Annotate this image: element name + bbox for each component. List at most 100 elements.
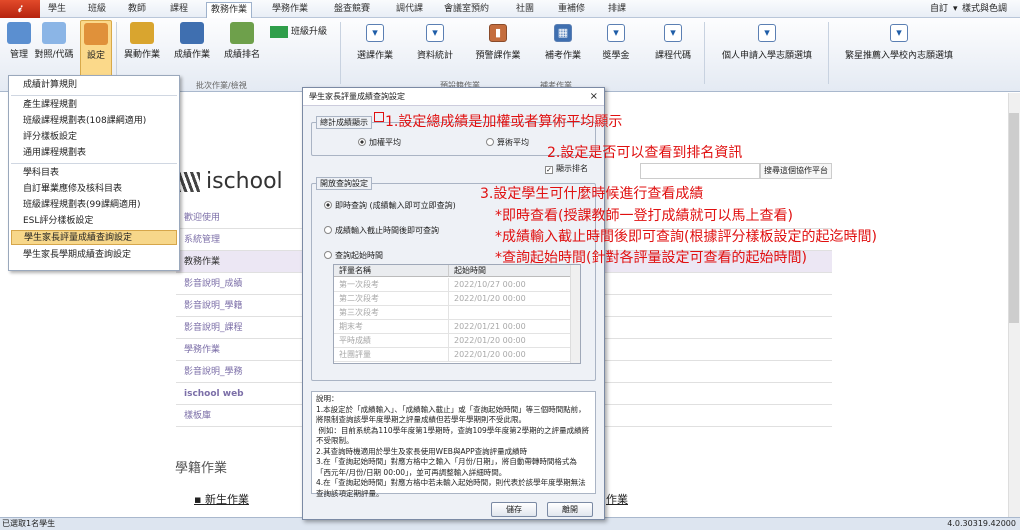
mapping-code-button[interactable]: 對照/代碼	[30, 20, 78, 80]
grid-cell-time[interactable]: 2022/01/20 00:00	[449, 334, 571, 348]
checkbox-label: 顯示排名	[556, 164, 588, 173]
tab-substitute[interactable]: 調代課	[392, 2, 427, 18]
status-selection: 已選取1名學生	[2, 519, 56, 528]
save-button[interactable]: 儲存	[491, 502, 537, 517]
tab-class[interactable]: 班級	[84, 2, 110, 18]
star-recommend-label: 繁星推薦入學校內志願選填	[844, 51, 953, 61]
ribbon-group-label: 批次作業/檢視	[196, 81, 247, 90]
status-version: 4.0.30319.42000	[947, 519, 1016, 528]
tab-student-affairs[interactable]: 學務作業	[268, 2, 312, 18]
annotation-2: 2.設定是否可以查看到排名資訊	[547, 145, 743, 161]
menu-item-exam-score-query[interactable]: 學生家長評量成績查詢設定	[11, 230, 177, 245]
tab-student[interactable]: 學生	[44, 2, 70, 18]
cancel-button[interactable]: 離開	[547, 502, 593, 517]
expand-icon: ▾	[607, 24, 625, 42]
column-header-exam: 評量名稱	[334, 265, 449, 277]
menu-item-generate-plan[interactable]: 產生課程規劃	[11, 98, 177, 113]
rank-label: 成績排名	[223, 50, 260, 60]
radio-label: 加權平均	[369, 138, 401, 147]
expand-icon: ▾	[758, 24, 776, 42]
grid-cell-exam: 平時成績	[334, 334, 449, 348]
menu-item-subject-table[interactable]: 學科目表	[11, 166, 177, 181]
manage-icon	[7, 22, 31, 44]
menu-item-graduation-subjects[interactable]: 自訂畢業應修及核科目表	[11, 182, 177, 197]
course-code-button[interactable]: ▾ 課程代碼	[648, 24, 698, 78]
ribbon-tab-bar: 𝒾 學生 班級 教師 課程 教務作業 學務作業 盤查競賽 調代課 會議室預約 社…	[0, 0, 1020, 19]
search-input[interactable]	[640, 163, 760, 179]
annotation-4: *即時查看(授課教師一登打成績就可以馬上查看)	[495, 208, 793, 224]
data-stats-label: 資料統計	[416, 51, 453, 61]
bullet-label: 新生作業	[204, 493, 249, 506]
radio-icon	[324, 251, 332, 259]
tab-scheduling[interactable]: 排課	[604, 2, 630, 18]
bullet-link[interactable]: ▪ 新生作業	[194, 491, 249, 507]
score-icon	[180, 22, 204, 44]
menu-item-score-rule[interactable]: 成績計算規則	[11, 78, 177, 93]
tab-club[interactable]: 社團	[512, 2, 538, 18]
star-recommend-button[interactable]: ▾ 繁星推薦入學校內志願選填	[836, 24, 962, 78]
right-link[interactable]: 作業	[606, 491, 628, 507]
radio-realtime-query[interactable]: 即時查詢 (成績輸入即可立即查詢)	[324, 201, 456, 211]
radio-icon	[486, 138, 494, 146]
menu-item-esl-template[interactable]: ESL評分樣板設定	[11, 214, 177, 229]
score-work-button[interactable]: 成績作業	[168, 20, 216, 80]
page-scrollbar[interactable]	[1008, 93, 1020, 517]
menu-item-grading-template[interactable]: 評分樣板設定	[11, 130, 177, 145]
app-menu-button[interactable]: 𝒾	[0, 0, 40, 18]
tab-competition[interactable]: 盤查競賽	[330, 2, 374, 18]
course-select-button[interactable]: ▾ 選課作業	[350, 24, 400, 78]
tab-makeup[interactable]: 重補修	[554, 2, 589, 18]
radio-arithmetic-average[interactable]: 算術平均	[486, 138, 529, 148]
custom-menu[interactable]: 自訂	[930, 2, 948, 16]
logo-icon	[178, 172, 200, 192]
scrollbar-thumb[interactable]	[1009, 113, 1019, 323]
menu-item-semester-score-query[interactable]: 學生家長學期成績查詢設定	[11, 248, 177, 263]
transfer-icon	[130, 22, 154, 44]
tab-academic[interactable]: 教務作業	[206, 2, 253, 19]
personal-application-label: 個人申請入學志願選填	[721, 51, 812, 61]
ribbon-separator	[704, 22, 705, 84]
radio-label: 查詢起始時間	[335, 251, 383, 260]
grid-scrollbar[interactable]	[570, 265, 580, 363]
grid-cell-exam: 第三次段考	[334, 306, 449, 320]
settings-dropdown-menu: 成績計算規則 產生課程規劃 班級課程規劃表(108課綱適用) 評分樣板設定 通用…	[8, 75, 180, 271]
personal-application-button[interactable]: ▾ 個人申請入學志願選填	[712, 24, 822, 78]
radio-after-deadline[interactable]: 成績輸入截止時間後即可查詢	[324, 226, 439, 236]
grid-cell-time[interactable]: 2022/01/20 00:00	[449, 348, 571, 362]
close-icon[interactable]: ×	[590, 88, 598, 106]
tab-course[interactable]: 課程	[166, 2, 192, 18]
radio-icon	[324, 201, 332, 209]
score-rank-button[interactable]: 成績排名	[218, 20, 266, 80]
transfer-button[interactable]: 異動作業	[118, 20, 166, 80]
ribbon-separator	[828, 22, 829, 84]
grid-cell-exam: 第一次段考	[334, 278, 449, 292]
grid-cell-exam: 第二次段考	[334, 292, 449, 306]
grid-cell-time[interactable]: 2022/01/21 00:00	[449, 320, 571, 334]
manage-label: 管理	[9, 50, 28, 60]
settings-button[interactable]: 設定	[80, 20, 112, 80]
show-rank-checkbox[interactable]: ✓ 顯示排名	[545, 164, 588, 174]
menu-item-general-plan[interactable]: 通用課程規劃表	[11, 146, 177, 161]
bullet-icon: ▪	[194, 493, 205, 506]
class-promote-button[interactable]: 班級升級	[270, 24, 327, 38]
menu-item-class-plan-99[interactable]: 班級課程規劃表(99課綱適用)	[11, 198, 177, 213]
style-menu[interactable]: 樣式與色調	[962, 2, 1007, 16]
radio-label: 算術平均	[497, 138, 529, 147]
search-button[interactable]: 搜尋這個協作平台	[760, 163, 832, 179]
course-select-label: 選課作業	[356, 51, 393, 61]
calculator-icon: ▦	[554, 24, 572, 42]
warning-work-button[interactable]: ▮ 預警課作業	[470, 24, 526, 78]
radio-query-start-time[interactable]: 查詢起始時間	[324, 251, 383, 261]
ribbon-separator	[340, 22, 341, 84]
grid-cell-time[interactable]: 2022/10/27 00:00	[449, 278, 571, 292]
grid-cell-time[interactable]	[449, 306, 571, 320]
scholarship-button[interactable]: ▾ 獎學金	[596, 24, 636, 78]
group-legend: 開放查詢設定	[316, 177, 372, 190]
data-stats-button[interactable]: ▾ 資料統計	[410, 24, 460, 78]
radio-weighted-average[interactable]: 加權平均	[358, 138, 401, 148]
grid-cell-time[interactable]: 2022/01/20 00:00	[449, 292, 571, 306]
makeup-exam-button[interactable]: ▦ 補考作業	[535, 24, 591, 78]
tab-meeting-room[interactable]: 會議室預約	[440, 2, 493, 18]
tab-teacher[interactable]: 教師	[124, 2, 150, 18]
menu-item-class-plan-108[interactable]: 班級課程規劃表(108課綱適用)	[11, 114, 177, 129]
